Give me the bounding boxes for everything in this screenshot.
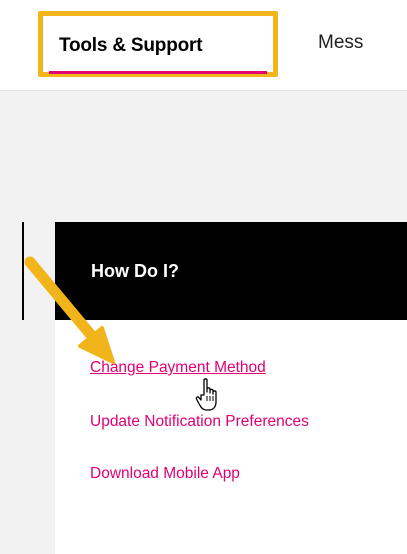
hand-pointer-icon [195, 378, 217, 411]
callout-arrow-icon [24, 256, 115, 364]
